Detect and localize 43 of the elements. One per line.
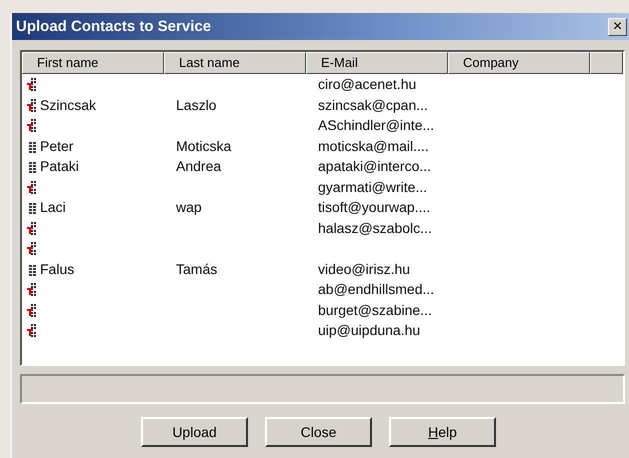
- email-cell: szincsak@cpan...: [318, 96, 428, 113]
- email-cell: ASchindler@inte...: [318, 117, 434, 134]
- group-contact-icon: [26, 118, 38, 132]
- email-cell: uip@uipduna.hu: [318, 322, 420, 338]
- column-header[interactable]: Company: [448, 52, 590, 74]
- dialog-button[interactable]: Close: [265, 417, 372, 447]
- last-name-cell: wap: [176, 199, 202, 216]
- column-header[interactable]: Last name: [164, 52, 306, 74]
- last-name-cell: Tamás: [176, 260, 218, 277]
- email-cell: video@irisz.hu: [318, 260, 410, 277]
- group-contact-icon: [26, 282, 38, 296]
- group-contact-icon: [26, 180, 38, 194]
- dialog-button[interactable]: Help: [389, 417, 496, 447]
- column-header[interactable]: [590, 52, 623, 74]
- last-name-cell: Moticska: [176, 138, 232, 154]
- first-name-cell: Laci: [40, 199, 66, 216]
- first-name-cell: Peter: [40, 138, 74, 154]
- column-header[interactable]: First name: [22, 52, 164, 74]
- email-cell: moticska@mail....: [318, 138, 429, 154]
- last-name-cell: Andrea: [176, 158, 222, 174]
- last-name-cell: Laszlo: [176, 96, 216, 113]
- contact-card-icon: [26, 200, 38, 214]
- email-cell: ciro@acenet.hu: [318, 76, 416, 92]
- first-name-cell: Falus: [40, 260, 74, 277]
- email-cell: tisoft@yourwap....: [318, 199, 430, 216]
- dialog-button[interactable]: Upload: [141, 417, 248, 447]
- email-cell: halasz@szabolc...: [318, 220, 432, 236]
- group-contact-icon: [26, 77, 38, 92]
- group-contact-icon: [26, 241, 38, 256]
- email-cell: burget@szabine...: [318, 302, 432, 318]
- first-name-cell: Pataki: [40, 158, 79, 174]
- contact-card-icon: [26, 159, 38, 174]
- email-cell: ab@endhillsmed...: [318, 281, 434, 298]
- column-header[interactable]: E-Mail: [306, 52, 448, 74]
- close-button[interactable]: ×: [608, 18, 627, 36]
- first-name-cell: Szincsak: [40, 96, 96, 113]
- group-contact-icon: [26, 98, 38, 112]
- group-contact-icon: [26, 302, 38, 317]
- email-cell: apataki@interco...: [318, 158, 432, 174]
- group-contact-icon: [26, 323, 38, 338]
- group-contact-icon: [26, 220, 38, 235]
- window-title: Upload Contacts to Service: [16, 18, 212, 35]
- email-cell: gyarmati@write...: [318, 178, 428, 195]
